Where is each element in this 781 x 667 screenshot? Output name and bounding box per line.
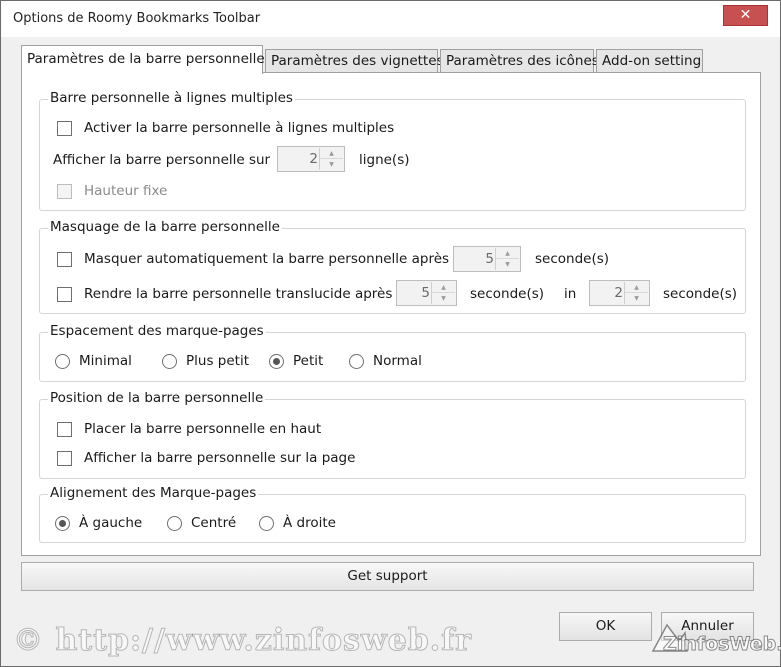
translucent-unit-label: seconde(s) <box>470 286 545 302</box>
show-on-page-label: Afficher la barre personnelle sur la pag… <box>84 450 356 466</box>
autohide-value: 5 <box>485 251 494 267</box>
tab-addon-setting[interactable]: Add-on setting <box>596 49 703 73</box>
radio-normal-label: Normal <box>373 353 422 369</box>
show-on-label: Afficher la barre personnelle sur <box>53 152 271 168</box>
fixed-height-label: Hauteur fixe <box>84 183 168 199</box>
fixed-height-checkbox <box>57 183 72 199</box>
tab-panel: Barre personnelle à lignes multiples Act… <box>21 72 761 556</box>
radio-a-gauche[interactable]: À gauche <box>55 515 142 531</box>
spin-up-icon[interactable]: ▲ <box>496 248 519 259</box>
lines-spin-arrows[interactable]: ▲ ▼ <box>319 148 343 170</box>
brand-text: ZinfosWeb.fr <box>662 633 781 656</box>
enable-multiline-label: Activer la barre personnelle à lignes mu… <box>84 120 395 136</box>
ok-button[interactable]: OK <box>559 612 652 641</box>
radio-normal-button[interactable] <box>349 353 364 369</box>
group-spacing: Espacement des marque-pages Minimal Plus… <box>39 323 746 382</box>
show-on-page-checkbox[interactable] <box>57 450 72 466</box>
in-spinbox[interactable]: 2 ▲ ▼ <box>589 280 650 306</box>
show-on-page-row[interactable]: Afficher la barre personnelle sur la pag… <box>57 450 355 466</box>
place-top-checkbox[interactable] <box>57 421 72 437</box>
translucent-checkbox[interactable] <box>57 286 72 302</box>
options-dialog: Options de Roomy Bookmarks Toolbar ✕ Par… <box>0 0 781 667</box>
autohide-spin-arrows[interactable]: ▲ ▼ <box>495 248 519 270</box>
in-unit-label: seconde(s) <box>663 286 738 302</box>
watermark-url: © http://www.zinfosweb.fr <box>13 623 472 659</box>
lines-unit-label: ligne(s) <box>359 152 410 168</box>
lines-value: 2 <box>309 151 318 167</box>
brand-logo: ZinfosWeb.fr <box>649 621 781 663</box>
radio-plus-petit[interactable]: Plus petit <box>162 353 249 369</box>
radio-minimal[interactable]: Minimal <box>55 353 132 369</box>
fixed-height-row: Hauteur fixe <box>57 183 167 199</box>
radio-a-droite[interactable]: À droite <box>259 515 336 531</box>
translucent-row[interactable]: Rendre la barre personnelle translucide … <box>57 286 392 302</box>
translucent-value: 5 <box>421 285 430 301</box>
spin-down-icon[interactable]: ▼ <box>625 293 648 304</box>
radio-a-gauche-button[interactable] <box>55 515 70 531</box>
radio-normal[interactable]: Normal <box>349 353 422 369</box>
place-top-label: Placer la barre personnelle en haut <box>84 421 322 437</box>
place-top-row[interactable]: Placer la barre personnelle en haut <box>57 421 321 437</box>
radio-petit-button[interactable] <box>269 353 284 369</box>
radio-plus-petit-label: Plus petit <box>186 353 249 369</box>
group-title-spacing: Espacement des marque-pages <box>48 323 266 339</box>
close-icon: ✕ <box>739 7 752 23</box>
radio-centre[interactable]: Centré <box>167 515 236 531</box>
spin-up-icon[interactable]: ▲ <box>432 282 455 293</box>
spin-up-icon[interactable]: ▲ <box>625 282 648 293</box>
group-alignment: Alignement des Marque-pages À gauche Cen… <box>39 485 746 543</box>
radio-minimal-button[interactable] <box>55 353 70 369</box>
radio-petit-label: Petit <box>293 353 324 369</box>
translucent-spinbox[interactable]: 5 ▲ ▼ <box>396 280 457 306</box>
autohide-row[interactable]: Masquer automatiquement la barre personn… <box>57 251 449 267</box>
tab-icones[interactable]: Paramètres des icônes <box>440 49 599 73</box>
get-support-button[interactable]: Get support <box>21 562 754 591</box>
radio-plus-petit-button[interactable] <box>162 353 177 369</box>
radio-centre-label: Centré <box>191 515 237 531</box>
spin-down-icon[interactable]: ▼ <box>432 293 455 304</box>
autohide-checkbox[interactable] <box>57 251 72 267</box>
title-bar: Options de Roomy Bookmarks Toolbar ✕ <box>1 1 780 37</box>
tab-barre-personnelle[interactable]: Paramètres de la barre personnelle <box>21 45 265 74</box>
group-title-alignment: Alignement des Marque-pages <box>48 485 259 501</box>
autohide-spinbox[interactable]: 5 ▲ ▼ <box>453 246 521 272</box>
translucent-spin-arrows[interactable]: ▲ ▼ <box>431 282 455 304</box>
window-title: Options de Roomy Bookmarks Toolbar <box>13 11 261 26</box>
group-title-position: Position de la barre personnelle <box>48 390 266 406</box>
enable-multiline-checkbox[interactable] <box>57 120 72 136</box>
autohide-label: Masquer automatiquement la barre personn… <box>84 251 450 267</box>
group-multiline: Barre personnelle à lignes multiples Act… <box>39 90 746 211</box>
autohide-unit-label: seconde(s) <box>535 251 610 267</box>
spin-up-icon[interactable]: ▲ <box>320 148 343 159</box>
group-title-hiding: Masquage de la barre personnelle <box>48 219 282 235</box>
in-spin-arrows[interactable]: ▲ ▼ <box>624 282 648 304</box>
radio-minimal-label: Minimal <box>79 353 132 369</box>
translucent-label: Rendre la barre personnelle translucide … <box>84 286 393 302</box>
group-title-multiline: Barre personnelle à lignes multiples <box>48 90 295 106</box>
lines-spinbox[interactable]: 2 ▲ ▼ <box>277 146 345 172</box>
radio-petit[interactable]: Petit <box>269 353 323 369</box>
radio-centre-button[interactable] <box>167 515 182 531</box>
radio-a-droite-label: À droite <box>283 515 336 531</box>
radio-a-droite-button[interactable] <box>259 515 274 531</box>
close-button[interactable]: ✕ <box>723 5 768 26</box>
radio-a-gauche-label: À gauche <box>79 515 143 531</box>
spin-down-icon[interactable]: ▼ <box>496 259 519 270</box>
spin-down-icon[interactable]: ▼ <box>320 159 343 170</box>
in-value: 2 <box>614 285 623 301</box>
tab-vignettes[interactable]: Paramètres des vignettes <box>265 49 444 73</box>
group-hiding: Masquage de la barre personnelle Masquer… <box>39 219 746 314</box>
group-position: Position de la barre personnelle Placer … <box>39 390 746 479</box>
in-label: in <box>564 286 577 302</box>
enable-multiline-row[interactable]: Activer la barre personnelle à lignes mu… <box>57 120 394 136</box>
